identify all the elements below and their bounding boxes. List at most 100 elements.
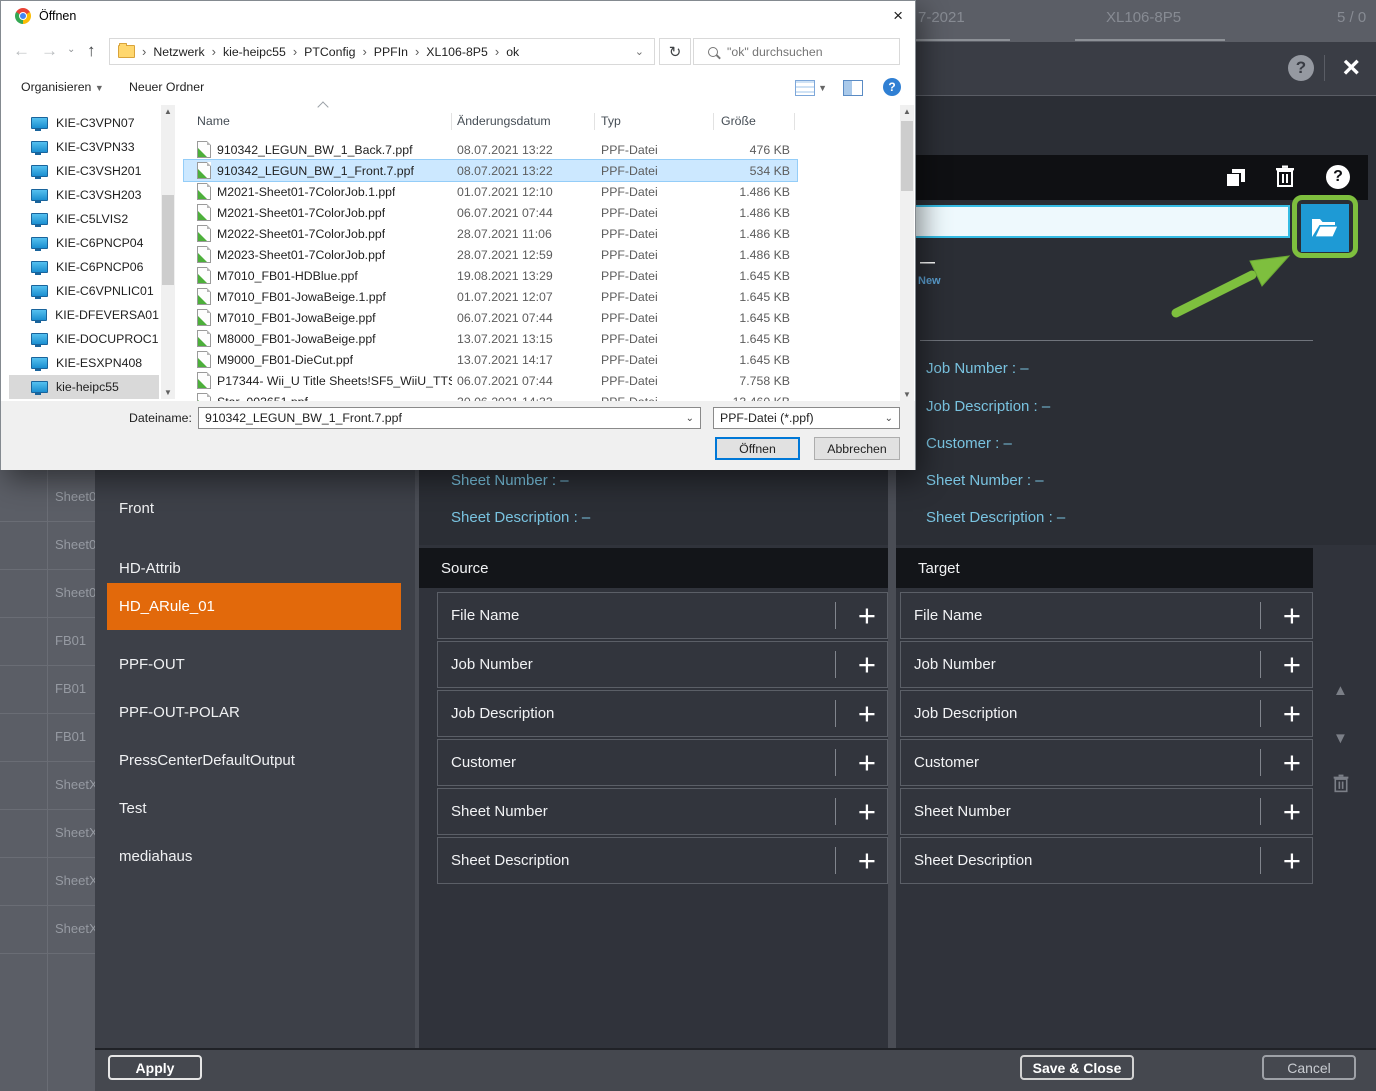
scroll-up-icon[interactable]: ▲ [900,107,914,116]
file-row[interactable]: M8000_FB01-JowaBeige.ppf 13.07.2021 13:1… [184,328,797,349]
bg-row-label: FB01 [55,729,95,744]
add-icon[interactable]: + [1283,700,1301,728]
file-row[interactable]: M7010_FB01-HDBlue.ppf 19.08.2021 13:29PP… [184,265,797,286]
file-list-scrollbar[interactable]: ▲ ▼ [900,105,914,401]
recent-locations-icon[interactable]: ⌄ [67,44,75,55]
target-row-file-name[interactable]: File Name + [900,592,1313,639]
rule-name-input[interactable] [896,205,1290,238]
rule-item[interactable]: PressCenterDefaultOutput [119,752,295,772]
target-row-job-description[interactable]: Job Description + [900,690,1313,737]
rule-item-selected[interactable]: HD_ARule_01 [107,583,401,630]
breadcrumb-ok[interactable]: ok [506,45,519,59]
file-row[interactable]: M2023-Sheet01-7ColorJob.ppf 28.07.2021 1… [184,244,797,265]
source-row-job-number[interactable]: Job Number + [437,641,888,688]
breadcrumb-xl106-8p5[interactable]: XL106-8P5 [426,45,488,59]
file-row[interactable]: 910342_LEGUN_BW_1_Back.7.ppf 08.07.2021 … [184,139,797,160]
add-icon[interactable]: + [858,798,876,826]
breadcrumb-ptconfig[interactable]: PTConfig [304,45,355,59]
apply-button[interactable]: Apply [108,1055,202,1080]
scrollbar-thumb[interactable] [901,121,913,191]
add-icon[interactable]: + [1283,798,1301,826]
sidebar-item[interactable]: KIE-C3VPN07 [9,111,159,135]
breadcrumb-netzwerk[interactable]: Netzwerk [153,45,204,59]
rule-item[interactable]: Test [119,800,147,820]
cancel-button[interactable]: Cancel [1262,1055,1356,1080]
file-row-selected[interactable]: 910342_LEGUN_BW_1_Front.7.ppf 08.07.2021… [184,160,797,181]
target-row-job-number[interactable]: Job Number + [900,641,1313,688]
help-icon[interactable]: ? [1326,165,1350,189]
file-row[interactable]: M2021-Sheet01-7ColorJob.1.ppf 01.07.2021… [184,181,797,202]
view-dropdown-icon[interactable]: ▼ [818,83,827,93]
file-row[interactable]: M7010_FB01-JowaBeige.ppf 06.07.2021 07:4… [184,307,797,328]
add-icon[interactable]: + [1283,651,1301,679]
scroll-up-icon[interactable]: ▲ [161,107,175,116]
organize-menu[interactable]: Organisieren ▼ [21,80,104,94]
dialog-titlebar[interactable]: Öffnen × [1,1,915,31]
refresh-icon[interactable]: ↻ [659,38,691,65]
duplicate-icon[interactable] [1224,166,1248,190]
file-row[interactable]: M7010_FB01-JowaBeige.1.ppf 01.07.2021 12… [184,286,797,307]
forward-icon[interactable]: → [41,42,58,59]
chevron-down-icon[interactable]: ⌄ [885,413,893,424]
bg-row-label: FB01 [55,681,95,696]
breadcrumb-kie-heipc55[interactable]: kie-heipc55 [223,45,286,59]
delete-row-icon[interactable] [1332,774,1350,794]
breadcrumb-ppfin[interactable]: PPFIn [374,45,408,59]
close-icon[interactable]: × [1342,55,1360,81]
address-dropdown-icon[interactable]: ⌄ [635,45,644,58]
view-list-icon[interactable] [795,80,815,96]
add-icon[interactable]: + [1283,847,1301,875]
search-box[interactable]: "ok" durchsuchen [693,38,900,65]
add-icon[interactable]: + [858,749,876,777]
delete-icon[interactable] [1274,165,1296,189]
up-icon[interactable]: ↑ [87,42,96,59]
rule-item[interactable]: Front [119,500,154,520]
column-header-name[interactable]: Name [197,109,230,133]
help-icon[interactable]: ? [1288,55,1314,81]
new-item-label[interactable]: New [918,275,941,287]
filetype-select[interactable]: PPF-Datei (*.ppf) ⌄ [713,407,900,429]
chevron-down-icon[interactable]: ⌄ [686,413,694,424]
source-row-file-name[interactable]: File Name + [437,592,888,639]
rule-item[interactable]: HD-Attrib [119,560,181,580]
dialog-help-icon[interactable]: ? [883,78,901,96]
target-row-sheet-description[interactable]: Sheet Description + [900,837,1313,884]
add-icon[interactable]: + [1283,602,1301,630]
add-icon[interactable]: + [858,847,876,875]
source-row-sheet-description[interactable]: Sheet Description + [437,837,888,884]
scroll-down-icon[interactable]: ▼ [900,390,914,399]
filename-input[interactable]: 910342_LEGUN_BW_1_Front.7.ppf ⌄ [198,407,701,429]
move-up-icon[interactable]: ▲ [1333,682,1348,699]
file-row[interactable]: M9000_FB01-DieCut.ppf 13.07.2021 14:17PP… [184,349,797,370]
save-close-button[interactable]: Save & Close [1020,1055,1134,1080]
file-row[interactable]: Star_003651.ppf 30.06.2021 14:33PPF-Date… [184,391,797,401]
column-header-type[interactable]: Typ [601,109,621,133]
file-row[interactable]: M2021-Sheet01-7ColorJob.ppf 06.07.2021 0… [184,202,797,223]
source-row-job-description[interactable]: Job Description + [437,690,888,737]
open-folder-button[interactable] [1301,204,1349,252]
target-row-sheet-number[interactable]: Sheet Number + [900,788,1313,835]
add-icon[interactable]: + [858,602,876,630]
dialog-cancel-button[interactable]: Abbrechen [814,437,900,460]
file-row[interactable]: M2022-Sheet01-7ColorJob.ppf 28.07.2021 1… [184,223,797,244]
column-header-date[interactable]: Änderungsdatum [457,109,551,133]
address-bar[interactable]: › Netzwerk › kie-heipc55 › PTConfig › PP… [109,38,655,65]
rule-item[interactable]: mediahaus [119,848,192,868]
new-folder-button[interactable]: Neuer Ordner [129,80,204,94]
add-icon[interactable]: + [858,651,876,679]
column-header-size[interactable]: Größe [721,109,756,133]
add-icon[interactable]: + [858,700,876,728]
move-down-icon[interactable]: ▼ [1333,730,1348,747]
add-icon[interactable]: + [1283,749,1301,777]
file-row[interactable]: P17344- Wii_U Title Sheets!SF5_WiiU_TTS_… [184,370,797,391]
back-icon[interactable]: ← [13,42,30,59]
preview-pane-icon[interactable] [843,80,863,96]
target-info-sheet-number: Sheet Number : – [926,472,1044,489]
source-row-customer[interactable]: Customer + [437,739,888,786]
open-button[interactable]: Öffnen [715,437,800,460]
rule-item[interactable]: PPF-OUT [119,656,185,676]
dialog-close-icon[interactable]: × [893,6,903,26]
source-row-sheet-number[interactable]: Sheet Number + [437,788,888,835]
rule-item[interactable]: PPF-OUT-POLAR [119,704,240,724]
target-row-customer[interactable]: Customer + [900,739,1313,786]
